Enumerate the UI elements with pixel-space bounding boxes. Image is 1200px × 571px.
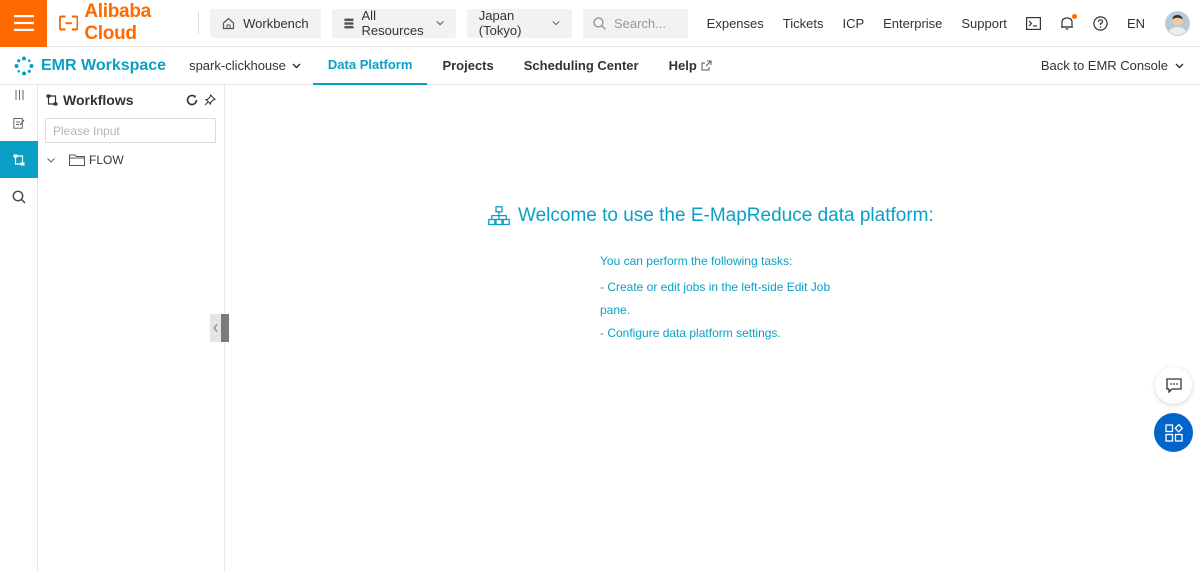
global-search[interactable]: Search... <box>582 8 688 38</box>
rail-workflows-button[interactable] <box>0 141 38 178</box>
alibaba-logo-icon <box>59 15 79 31</box>
resources-icon <box>344 18 354 28</box>
avatar[interactable] <box>1165 10 1190 36</box>
cloud-shell-button[interactable] <box>1025 16 1041 30</box>
resources-label: All Resources <box>361 8 424 38</box>
chat-icon <box>1165 378 1182 393</box>
apps-button[interactable] <box>1154 413 1193 452</box>
tree-node-label: FLOW <box>89 153 124 167</box>
hamburger-icon <box>13 15 34 31</box>
home-icon <box>223 17 235 29</box>
tab-label: Projects <box>442 58 494 73</box>
left-rail <box>0 85 38 571</box>
question-icon <box>1093 15 1108 31</box>
pin-icon[interactable] <box>204 94 216 106</box>
edit-icon <box>13 117 25 129</box>
chevron-down-icon[interactable] <box>47 157 55 163</box>
tab-scheduling-center[interactable]: Scheduling Center <box>509 47 654 85</box>
collapse-arrow <box>210 314 221 342</box>
terminal-icon <box>1025 16 1041 30</box>
chevron-down-icon <box>1175 63 1184 68</box>
top-links: Expenses Tickets ICP Enterprise Support <box>688 10 1190 36</box>
tab-data-platform[interactable]: Data Platform <box>312 47 428 85</box>
task-intro: You can perform the following tasks: <box>600 254 793 268</box>
welcome-title: Welcome to use the E-MapReduce data plat… <box>518 205 934 226</box>
tab-label: Data Platform <box>327 57 413 72</box>
panel-collapse-handle[interactable] <box>210 314 229 342</box>
workflow-search-input[interactable] <box>53 123 208 138</box>
alibaba-cloud-logo[interactable]: Alibaba Cloud <box>59 0 184 47</box>
collapse-bar <box>221 314 229 342</box>
tree-node-flow[interactable]: FLOW <box>38 150 224 170</box>
tab-help[interactable]: Help <box>654 47 727 85</box>
task-item: - Create or edit jobs in the left-side E… <box>600 280 831 317</box>
task-item: - Configure data platform settings. <box>600 326 781 340</box>
tab-label: Scheduling Center <box>523 58 639 73</box>
chevron-down-icon <box>292 62 301 69</box>
app-title: EMR Workspace <box>41 56 167 74</box>
project-selector[interactable]: spark-clickhouse <box>189 58 301 73</box>
emr-workspace-logo[interactable]: EMR Workspace <box>14 56 166 76</box>
welcome-heading: Welcome to use the E-MapReduce data plat… <box>488 205 934 227</box>
emr-logo-icon <box>14 56 34 75</box>
language-switch[interactable]: EN <box>1127 16 1145 31</box>
main-tabs: Data Platform Projects Scheduling Center… <box>312 47 727 85</box>
project-name: spark-clickhouse <box>189 58 286 73</box>
columns-icon <box>15 89 23 100</box>
region-label: Japan (Tokyo) <box>478 8 522 38</box>
workflow-icon <box>13 154 25 165</box>
icp-link[interactable]: ICP <box>842 16 864 31</box>
region-dropdown[interactable]: Japan (Tokyo) <box>466 8 572 38</box>
back-to-console-dropdown[interactable]: Back to EMR Console <box>1041 58 1184 73</box>
brand-name: Alibaba Cloud <box>84 1 151 44</box>
workbench-button[interactable]: Workbench <box>210 8 321 38</box>
search-placeholder: Search... <box>613 15 666 31</box>
apps-icon <box>1164 423 1183 442</box>
sitemap-icon <box>488 206 510 226</box>
chat-button[interactable] <box>1155 367 1192 404</box>
menu-button[interactable] <box>0 0 47 47</box>
rail-search-button[interactable] <box>0 178 38 215</box>
workflows-panel: Workflows FLOW <box>38 85 225 571</box>
back-label: Back to EMR Console <box>1040 58 1168 73</box>
rail-columns-button[interactable] <box>0 85 38 104</box>
chevron-down-icon <box>436 21 444 26</box>
support-link[interactable]: Support <box>961 16 1007 31</box>
tab-label: Help <box>668 58 697 73</box>
search-icon <box>593 16 606 30</box>
top-navbar: Alibaba Cloud Workbench All Resources Ja… <box>0 0 1200 47</box>
panel-header: Workflows <box>38 85 224 115</box>
workspace-navbar: EMR Workspace spark-clickhouse Data Plat… <box>0 47 1200 85</box>
tab-projects[interactable]: Projects <box>427 47 508 85</box>
panel-actions <box>186 94 216 106</box>
chevron-down-icon <box>552 21 560 26</box>
workbench-label: Workbench <box>243 15 309 31</box>
search-icon <box>12 190 26 204</box>
divider <box>198 12 200 34</box>
chevron-left-icon <box>213 324 218 332</box>
workflow-icon <box>46 94 58 106</box>
tickets-link[interactable]: Tickets <box>783 16 824 31</box>
enterprise-link[interactable]: Enterprise <box>883 16 942 31</box>
workflow-search <box>45 118 216 143</box>
rail-edit-button[interactable] <box>0 104 38 141</box>
notifications-button[interactable] <box>1060 13 1077 31</box>
folder-icon <box>69 154 85 166</box>
external-link-icon <box>701 60 712 71</box>
refresh-icon[interactable] <box>186 94 198 106</box>
task-list: You can perform the following tasks: - C… <box>600 250 840 345</box>
user-avatar-icon <box>1166 11 1189 35</box>
panel-title: Workflows <box>63 92 134 108</box>
all-resources-dropdown[interactable]: All Resources <box>331 8 456 38</box>
help-button[interactable] <box>1093 15 1108 31</box>
notification-dot <box>1071 13 1077 19</box>
expenses-link[interactable]: Expenses <box>707 16 764 31</box>
